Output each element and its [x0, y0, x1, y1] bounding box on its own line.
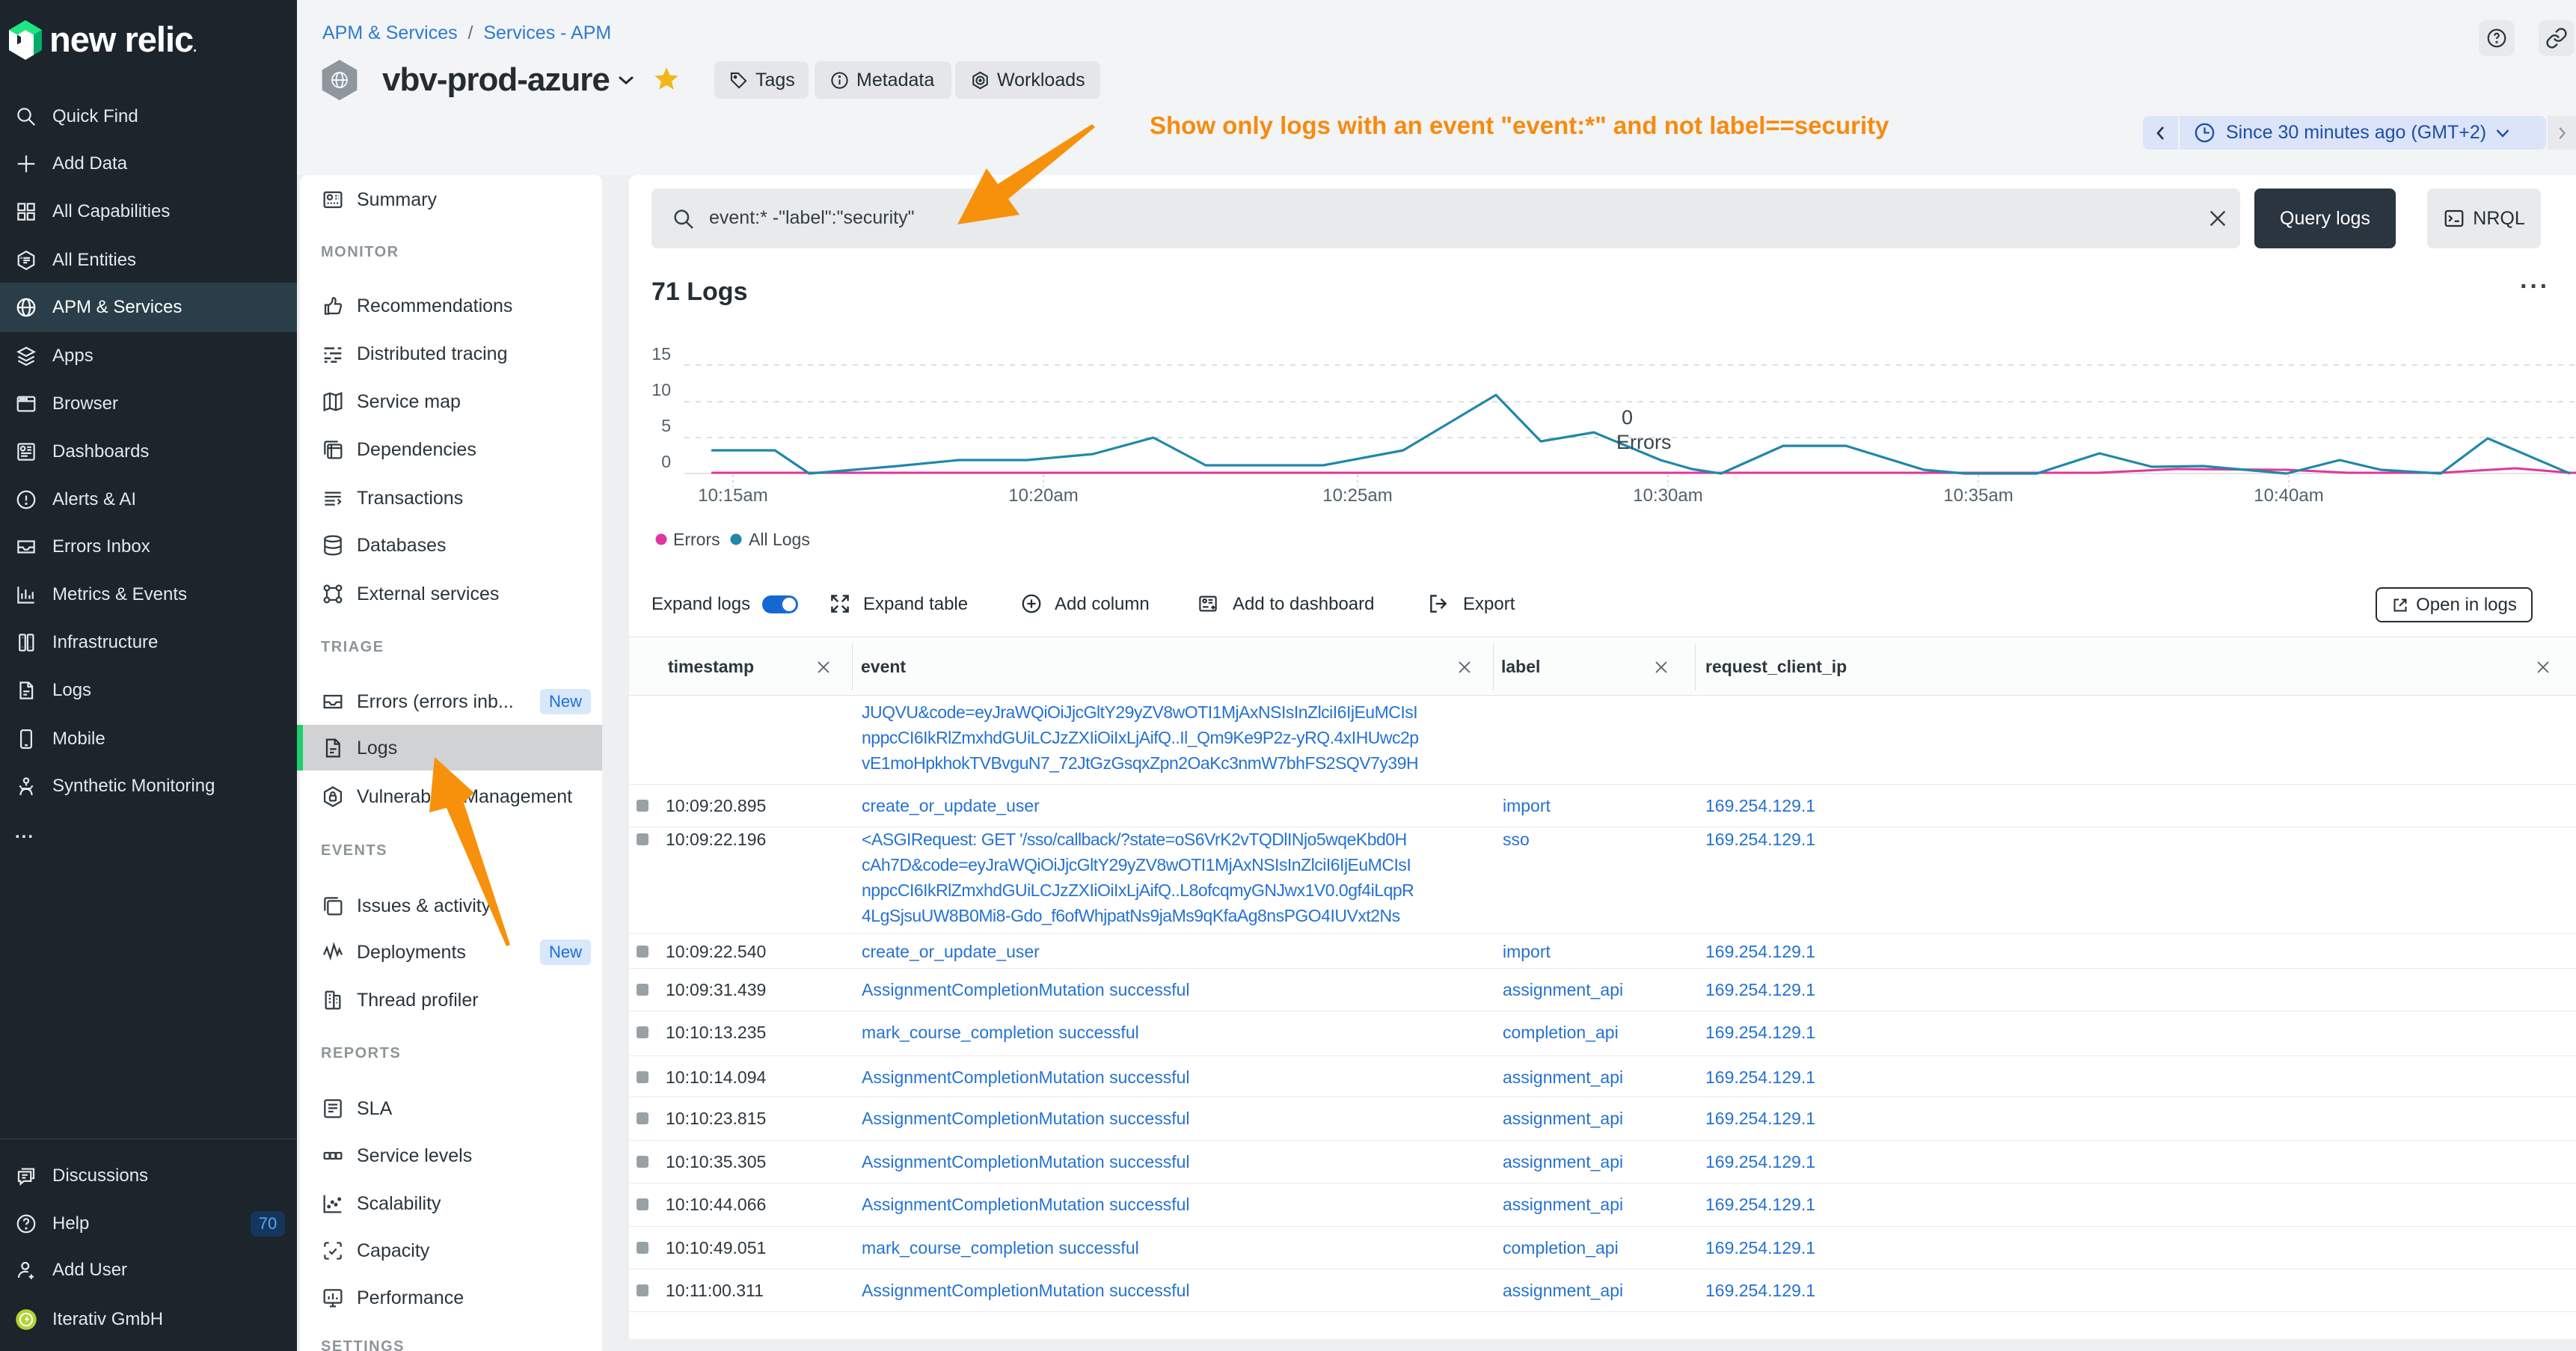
svg-text:0: 0 — [661, 452, 671, 471]
svg-text:10:40am: 10:40am — [2254, 485, 2323, 506]
svg-text:5: 5 — [661, 416, 671, 435]
svg-text:10:20am: 10:20am — [1008, 485, 1078, 506]
svg-text:0: 0 — [1622, 406, 1633, 429]
svg-text:Errors: Errors — [1616, 431, 1672, 453]
svg-text:15: 15 — [651, 344, 671, 364]
svg-text:10:15am: 10:15am — [698, 485, 767, 506]
svg-text:10: 10 — [651, 380, 671, 399]
svg-text:10:35am: 10:35am — [1943, 485, 2013, 506]
svg-text:10:25am: 10:25am — [1322, 485, 1392, 506]
svg-text:10:30am: 10:30am — [1633, 485, 1702, 506]
svg-text:Errors: Errors — [673, 530, 720, 549]
svg-text:All Logs: All Logs — [749, 530, 810, 549]
